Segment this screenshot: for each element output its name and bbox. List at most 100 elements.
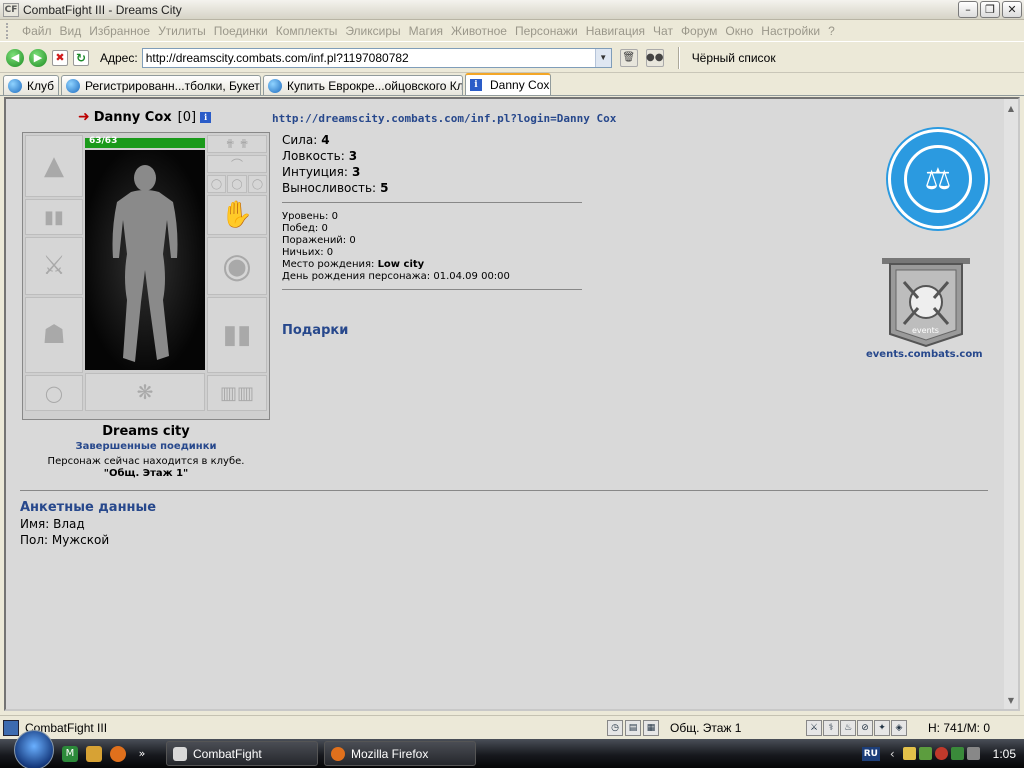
location-text: Персонаж сейчас находится в клубе. [47, 456, 245, 467]
forward-button[interactable]: ▶ [29, 48, 47, 67]
tab-bar: Клуб Регистрированн...тболки, Букеты Куп… [0, 73, 1024, 96]
boots-slot[interactable]: ▥▥ [207, 375, 267, 411]
belt-icon: ◯ [45, 383, 63, 403]
tab-club[interactable]: Клуб [3, 75, 59, 95]
tab-buy[interactable]: Купить Еврокре...ойцовского Клу [263, 75, 463, 95]
users-icon[interactable]: ●● [645, 48, 664, 67]
menu-help[interactable]: ? [824, 24, 839, 38]
menu-view[interactable]: Вид [56, 24, 86, 38]
info-icon: i [470, 79, 482, 91]
info-icon[interactable]: i [200, 111, 212, 123]
network-icon[interactable] [966, 747, 980, 760]
bracers-slot[interactable]: ▮▮ [25, 199, 83, 235]
taskbar-firefox[interactable]: Mozilla Firefox [324, 741, 476, 766]
page-content: ▲ ▼ ➜ Danny Cox [0] i ▲ ▮▮ ⚔ ☗ ◯ 63/63 ✟… [4, 97, 1020, 711]
address-input[interactable]: http://dreamscity.combats.com/inf.pl?119… [141, 47, 612, 68]
quicklaunch-firefox-icon[interactable] [110, 745, 126, 762]
menu-navigation[interactable]: Навигация [582, 24, 649, 38]
profile-link[interactable]: http://dreamscity.combats.com/inf.pl?log… [272, 112, 616, 125]
clock[interactable]: 1:05 [993, 747, 1016, 761]
weapon-slot[interactable]: ⚔ [25, 237, 83, 295]
shield-slot[interactable]: ◉ [207, 237, 267, 295]
start-button[interactable] [14, 729, 54, 768]
scroll-up-icon[interactable]: ▲ [1004, 101, 1018, 115]
chevron-down-icon: ▼ [599, 53, 608, 62]
finished-fights-link[interactable]: Завершенные поединки [22, 441, 270, 452]
menu-utilities[interactable]: Утилиты [154, 24, 210, 38]
tray-expand-icon[interactable]: ‹ [890, 747, 895, 761]
menu-window[interactable]: Окно [721, 24, 757, 38]
equipment-panel: ▲ ▮▮ ⚔ ☗ ◯ 63/63 ✟ ✟ ⌒ ◯ ◯ ◯ ✋ ◉ ▮▮ ▥▥ ❋ [22, 132, 270, 420]
menu-file[interactable]: Файл [18, 24, 56, 38]
tray-icon[interactable] [918, 747, 932, 760]
earring-slot[interactable]: ✟ ✟ [207, 135, 267, 153]
helmet-slot[interactable]: ▲ [25, 135, 83, 197]
language-indicator[interactable]: RU [861, 746, 880, 761]
amulet-slot[interactable]: ⌒ [207, 155, 267, 173]
info-row: Место рождения: Low city [282, 259, 510, 271]
stat-row: Сила: 4 [282, 132, 388, 148]
blacklist-link[interactable]: Чёрный список [692, 51, 776, 65]
menu-animal[interactable]: Животное [447, 24, 511, 38]
events-banner[interactable]: events [878, 254, 974, 350]
menu-fights[interactable]: Поединки [210, 24, 272, 38]
fight-icon[interactable]: ⚔ [806, 720, 822, 736]
minimize-button[interactable]: – [958, 1, 978, 18]
tray-icon[interactable] [950, 747, 964, 760]
menu-forum[interactable]: Форум [677, 24, 721, 38]
armor-icon: ☗ [42, 320, 66, 350]
magic-icon[interactable]: ✦ [874, 720, 890, 736]
menu-chat[interactable]: Чат [649, 24, 677, 38]
restore-button[interactable]: ❐ [980, 1, 1000, 18]
ring-slot-2[interactable]: ◯ [227, 175, 247, 193]
potion-icon[interactable]: ⚕ [823, 720, 839, 736]
menu-elixirs[interactable]: Эликсиры [341, 24, 404, 38]
menu-magic[interactable]: Магия [405, 24, 447, 38]
tray-icon[interactable] [902, 747, 916, 760]
no-icon[interactable]: ⊘ [857, 720, 873, 736]
quicklaunch-icon-m[interactable]: M [62, 745, 78, 762]
stop-button[interactable]: ✖ [52, 49, 68, 66]
refresh-button[interactable]: ↻ [73, 49, 89, 66]
toolbar-grip[interactable] [6, 22, 12, 39]
bracers-icon: ▮▮ [44, 206, 64, 228]
fire-icon[interactable]: ♨ [840, 720, 856, 736]
stat-label: Интуиция: [282, 165, 348, 179]
quicklaunch-more-icon[interactable]: » [134, 746, 150, 762]
document-icon[interactable]: ▤ [625, 720, 641, 736]
taskbar-combatfight[interactable]: CombatFight [166, 741, 318, 766]
shield-icon[interactable]: ◈ [891, 720, 907, 736]
clock-icon[interactable]: ◷ [607, 720, 623, 736]
menu-favorites[interactable]: Избранное [85, 24, 154, 38]
menu-settings[interactable]: Настройки [757, 24, 824, 38]
ie-icon [268, 78, 282, 93]
gifts-link[interactable]: Подарки [282, 323, 348, 338]
quicklaunch-folder-icon[interactable] [86, 745, 102, 762]
tray-icon[interactable] [934, 747, 948, 760]
gloves-slot[interactable]: ✋ [207, 195, 267, 235]
ring-slot-3[interactable]: ◯ [248, 175, 267, 193]
vertical-scrollbar[interactable]: ▲ ▼ [1004, 99, 1018, 709]
stat-value: 3 [351, 165, 361, 179]
leggings-slot[interactable]: ▮▮ [207, 297, 267, 373]
alignment-emblem[interactable]: ⚖ [888, 129, 988, 229]
address-dropdown-button[interactable]: ▼ [594, 48, 611, 67]
belt-slot[interactable]: ◯ [25, 375, 83, 411]
club-emblem: ❋ [85, 373, 205, 411]
tab-danny-cox[interactable]: i Danny Cox [465, 73, 551, 95]
app-status-icon [3, 719, 19, 736]
ring-slot-1[interactable]: ◯ [207, 175, 226, 193]
events-link[interactable]: events.combats.com [866, 349, 983, 360]
back-button[interactable]: ◀ [6, 48, 24, 67]
close-button[interactable]: ✕ [1002, 1, 1022, 18]
clear-icon[interactable]: 🗑 [619, 48, 638, 67]
menu-sets[interactable]: Комплекты [272, 24, 342, 38]
info-label: Место рождения: [282, 259, 375, 270]
page-icon[interactable]: ▦ [643, 720, 659, 736]
menu-characters[interactable]: Персонажи [511, 24, 582, 38]
armor-slot[interactable]: ☗ [25, 297, 83, 373]
scroll-down-icon[interactable]: ▼ [1004, 693, 1018, 707]
address-url[interactable]: http://dreamscity.combats.com/inf.pl?119… [146, 51, 409, 65]
app-icon: CF [3, 2, 19, 17]
tab-registered[interactable]: Регистрированн...тболки, Букеты [61, 75, 261, 95]
